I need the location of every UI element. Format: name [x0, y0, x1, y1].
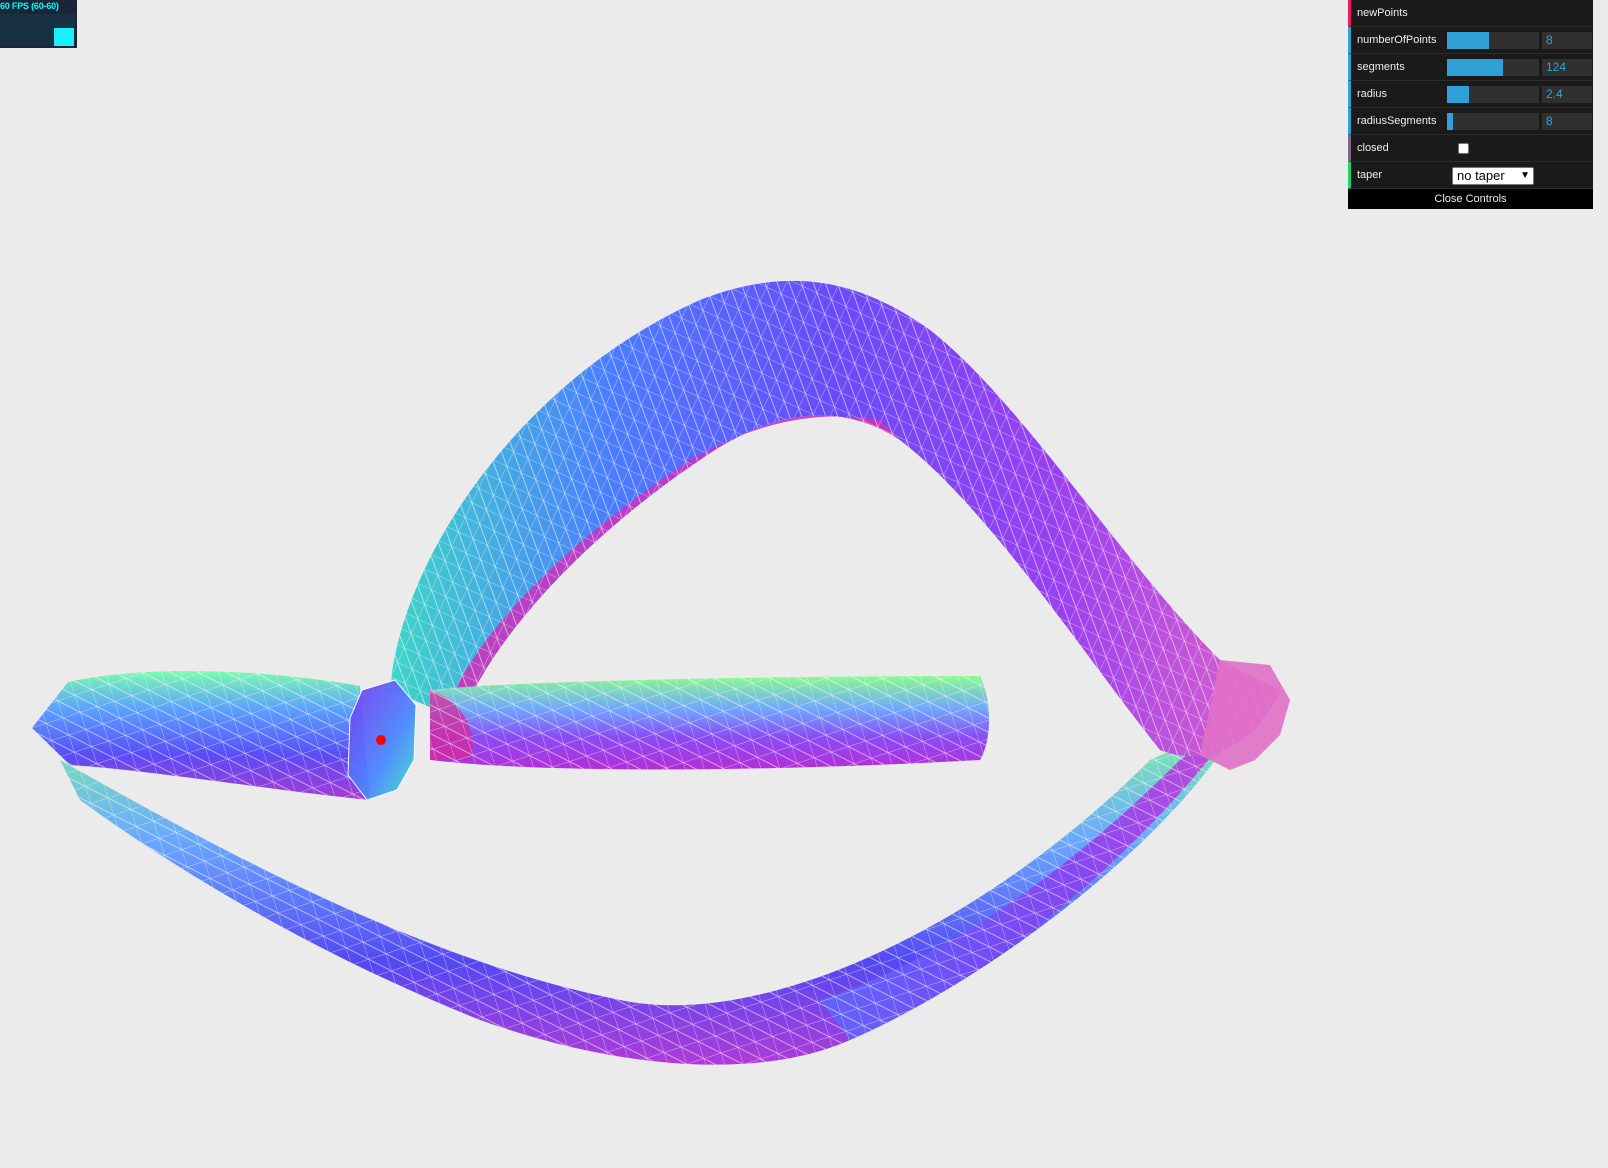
- segments-slider[interactable]: [1447, 59, 1539, 76]
- radius-slider[interactable]: [1447, 86, 1539, 103]
- chevron-down-icon: ▼: [1520, 170, 1530, 181]
- radius-segments-label: radiusSegments: [1357, 115, 1437, 127]
- closed-label: closed: [1357, 142, 1389, 154]
- fps-graph-bar: [54, 28, 74, 46]
- radius-segments-slider[interactable]: [1447, 113, 1539, 130]
- radius-label: radius: [1357, 88, 1387, 100]
- number-of-points-input[interactable]: 8: [1542, 32, 1592, 49]
- new-points-label: newPoints: [1357, 7, 1408, 19]
- new-points-button[interactable]: newPoints: [1348, 0, 1593, 27]
- taper-select[interactable]: no taper ▼: [1452, 167, 1534, 185]
- tube-end-cap: [347, 679, 417, 801]
- taper-select-value: no taper: [1457, 168, 1505, 183]
- radius-segments-control: radiusSegments 8: [1348, 108, 1593, 135]
- closed-control: closed: [1348, 135, 1593, 162]
- segments-label: segments: [1357, 61, 1405, 73]
- controls-panel: newPoints numberOfPoints 8 segments 124 …: [1348, 0, 1593, 209]
- fps-stats-panel[interactable]: 60 FPS (60-60): [0, 0, 77, 48]
- number-of-points-control: numberOfPoints 8: [1348, 27, 1593, 54]
- fps-readout: 60 FPS (60-60): [0, 1, 59, 11]
- number-of-points-slider[interactable]: [1447, 32, 1539, 49]
- radius-input[interactable]: 2.4: [1542, 86, 1592, 103]
- radius-segments-input[interactable]: 8: [1542, 113, 1592, 130]
- taper-control: taper no taper ▼: [1348, 162, 1593, 189]
- segments-input[interactable]: 124: [1542, 59, 1592, 76]
- close-controls-button[interactable]: Close Controls: [1348, 189, 1593, 209]
- closed-checkbox[interactable]: [1458, 143, 1469, 154]
- selected-point-marker[interactable]: [376, 735, 386, 745]
- number-of-points-label: numberOfPoints: [1357, 34, 1437, 46]
- segments-control: segments 124: [1348, 54, 1593, 81]
- radius-control: radius 2.4: [1348, 81, 1593, 108]
- tube-middle-segment: [430, 676, 989, 770]
- taper-label: taper: [1357, 169, 1383, 181]
